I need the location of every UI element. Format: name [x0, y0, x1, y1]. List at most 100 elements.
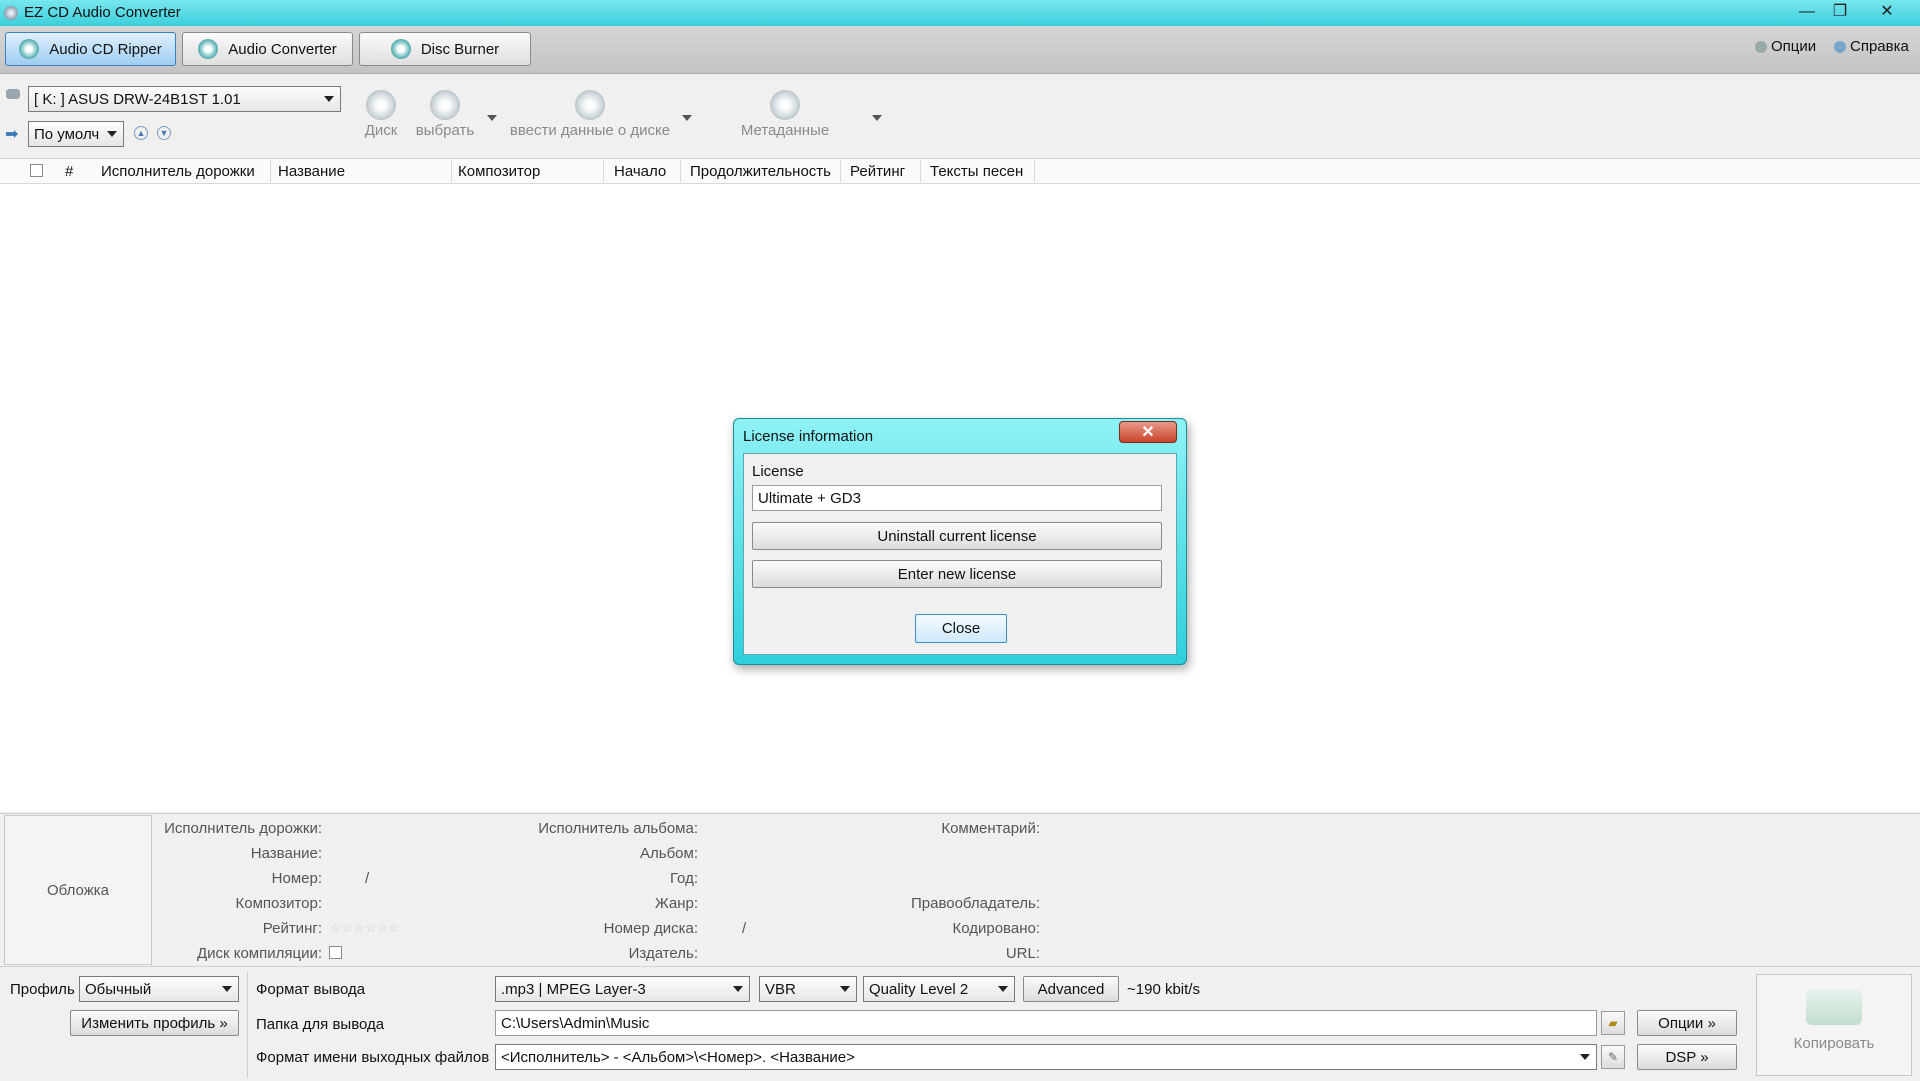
- enter-disc-dropdown-icon[interactable]: [682, 115, 692, 121]
- change-profile-button[interactable]: Изменить профиль »: [70, 1010, 239, 1036]
- column-separator: [451, 160, 452, 182]
- column-number[interactable]: #: [65, 163, 73, 180]
- metadata-tool[interactable]: Метаданные: [735, 90, 835, 139]
- column-title[interactable]: Название: [278, 163, 345, 180]
- audio-converter-button[interactable]: Audio Converter: [182, 32, 353, 66]
- options-menu[interactable]: Опции: [1755, 38, 1816, 55]
- quality-select[interactable]: Quality Level 2: [863, 976, 1015, 1002]
- output-folder-input[interactable]: C:\Users\Admin\Music: [495, 1010, 1597, 1036]
- disc-tool[interactable]: Диск: [356, 90, 406, 139]
- move-up-icon[interactable]: ▲: [134, 126, 148, 140]
- encoded-label: Кодировано:: [952, 920, 1040, 937]
- mode-label: Audio CD Ripper: [49, 40, 162, 58]
- output-format-label: Формат вывода: [256, 981, 366, 998]
- chevron-down-icon: [324, 96, 334, 102]
- select-label: выбрать: [415, 122, 475, 139]
- dialog-title: License information: [743, 428, 874, 445]
- output-folder-value: C:\Users\Admin\Music: [501, 1014, 650, 1032]
- window-title: EZ CD Audio Converter: [24, 4, 181, 21]
- disc-number-separator: /: [742, 920, 747, 937]
- chevron-down-icon: [998, 986, 1008, 992]
- enter-disc-data-tool[interactable]: ввести данные о диске: [505, 90, 675, 139]
- column-composer[interactable]: Композитор: [458, 163, 540, 180]
- filename-format-value: <Исполнитель> - <Альбом>\<Номер>. <Назва…: [501, 1048, 855, 1066]
- mode-label: Audio Converter: [228, 40, 337, 58]
- chevron-down-icon: [1580, 1054, 1590, 1060]
- profile-value: Обычный: [85, 980, 152, 998]
- move-down-icon[interactable]: ▼: [157, 126, 171, 140]
- metadata-icon: [770, 90, 800, 120]
- number-separator: /: [365, 870, 370, 887]
- output-folder-label: Папка для вывода: [256, 1016, 385, 1033]
- select-all-checkbox[interactable]: [30, 164, 43, 177]
- disc-label: Диск: [364, 122, 398, 139]
- copyright-label: Правообладатель:: [910, 895, 1040, 912]
- arrow-right-icon: ➡: [5, 126, 19, 143]
- comment-label: Комментарий:: [941, 820, 1040, 837]
- select-icon: [430, 90, 460, 120]
- column-separator: [603, 160, 604, 182]
- column-separator: [840, 160, 841, 182]
- format-select[interactable]: .mp3 | MPEG Layer-3: [495, 976, 750, 1002]
- title-bar: [0, 0, 1920, 26]
- dsp-button[interactable]: DSP »: [1637, 1044, 1737, 1070]
- enter-new-license-button[interactable]: Enter new license: [752, 560, 1162, 588]
- column-rating[interactable]: Рейтинг: [850, 163, 905, 180]
- edit-pattern-icon[interactable]: ✎: [1601, 1045, 1625, 1069]
- profile-label: Профиль: [10, 981, 75, 998]
- composer-label: Композитор:: [235, 895, 323, 912]
- chevron-down-icon: [840, 986, 850, 992]
- window-close-button[interactable]: ✕: [1872, 2, 1902, 22]
- track-artist-label: Исполнитель дорожки:: [164, 820, 322, 837]
- column-track-artist[interactable]: Исполнитель дорожки: [101, 163, 255, 180]
- advanced-button[interactable]: Advanced: [1023, 976, 1119, 1002]
- rating-label: Рейтинг:: [262, 920, 322, 937]
- profile-small-select[interactable]: По умолч: [28, 121, 124, 147]
- help-menu[interactable]: Справка: [1834, 38, 1909, 55]
- enter-disc-label: ввести данные о диске: [509, 122, 671, 139]
- dialog-close-x-button[interactable]: ✕: [1119, 421, 1177, 443]
- drive-value: [ K: ] ASUS DRW-24B1ST 1.01: [34, 90, 241, 108]
- compilation-label: Диск компиляции:: [196, 945, 322, 962]
- profile-select[interactable]: Обычный: [79, 976, 239, 1002]
- cover-art[interactable]: Обложка: [4, 815, 152, 965]
- album-label: Альбом:: [640, 845, 698, 862]
- chevron-down-icon: [733, 986, 743, 992]
- minimize-button[interactable]: —: [1792, 2, 1822, 22]
- converter-icon: [198, 39, 219, 59]
- format-value: .mp3 | MPEG Layer-3: [501, 980, 646, 998]
- dialog-body: License Ultimate + GD3 Uninstall current…: [743, 453, 1177, 655]
- filename-format-label: Формат имени выходных файлов: [256, 1049, 490, 1066]
- disc-edit-icon: [575, 90, 605, 120]
- filename-format-select[interactable]: <Исполнитель> - <Альбом>\<Номер>. <Назва…: [495, 1044, 1597, 1070]
- maximize-button[interactable]: ❐: [1825, 2, 1855, 22]
- publisher-label: Издатель:: [628, 945, 698, 962]
- help-label: Справка: [1850, 38, 1909, 55]
- url-label: URL:: [1005, 945, 1040, 962]
- album-artist-label: Исполнитель альбома:: [538, 820, 698, 837]
- options-label: Опции: [1771, 38, 1817, 55]
- close-button[interactable]: Close: [915, 614, 1007, 643]
- disc-burner-icon: [390, 39, 411, 59]
- license-value: Ultimate + GD3: [758, 489, 861, 507]
- copy-button[interactable]: Копировать: [1756, 974, 1912, 1076]
- chevron-down-icon: [107, 131, 117, 137]
- panel-divider: [247, 972, 248, 1078]
- disc-burner-button[interactable]: Disc Burner: [359, 32, 531, 66]
- license-dialog: License information ✕ License Ultimate +…: [733, 418, 1187, 665]
- folder-icon[interactable]: ▰: [1601, 1011, 1625, 1035]
- column-lyrics[interactable]: Тексты песен: [930, 163, 1023, 180]
- drive-select[interactable]: [ K: ] ASUS DRW-24B1ST 1.01: [28, 86, 341, 112]
- bitrate-mode-select[interactable]: VBR: [759, 976, 857, 1002]
- column-separator: [1034, 160, 1035, 182]
- uninstall-license-button[interactable]: Uninstall current license: [752, 522, 1162, 550]
- compilation-checkbox[interactable]: [329, 946, 342, 959]
- select-dropdown-icon[interactable]: [487, 115, 497, 121]
- audio-cd-ripper-button[interactable]: Audio CD Ripper: [5, 32, 176, 66]
- column-duration[interactable]: Продолжительность: [690, 163, 831, 180]
- rating-stars[interactable]: ☆☆☆☆☆☆: [330, 921, 401, 935]
- select-tool[interactable]: выбрать: [410, 90, 480, 139]
- options-button[interactable]: Опции »: [1637, 1010, 1737, 1036]
- metadata-dropdown-icon[interactable]: [872, 115, 882, 121]
- column-start[interactable]: Начало: [614, 163, 666, 180]
